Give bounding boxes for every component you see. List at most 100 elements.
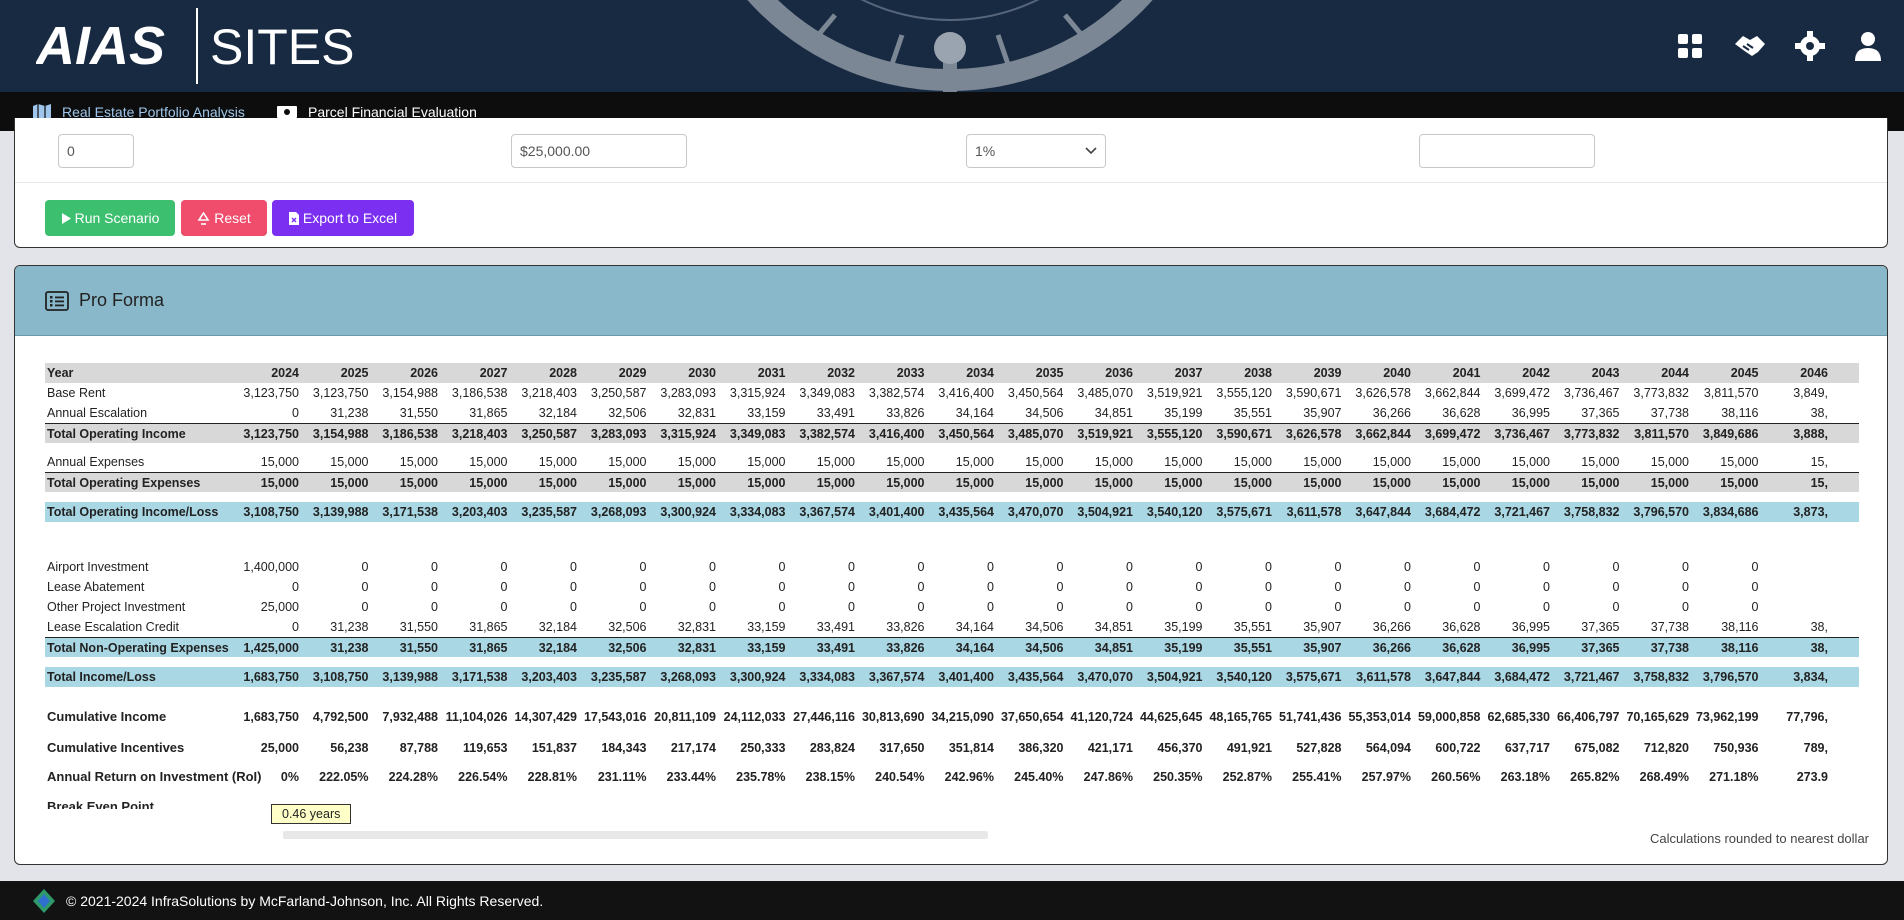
- table-cell: 31,865: [469, 641, 508, 655]
- table-cell: 3,154,988: [382, 386, 438, 400]
- page-footer: © 2021-2024 InfraSolutions by McFarland-…: [0, 881, 1904, 920]
- scenario-input-1[interactable]: [58, 134, 134, 168]
- table-cell: 3,108,750: [243, 505, 299, 519]
- table-cell: 0: [1195, 580, 1203, 594]
- table-cell: 0: [1265, 600, 1272, 614]
- table-row: Annual Expenses 15,000 15,000 15,000 15,000 1…: [45, 452, 1859, 472]
- table-cell: 0: [1404, 560, 1411, 574]
- user-profile-icon[interactable]: [1850, 28, 1886, 64]
- table-cell: 73,962,199: [1695, 710, 1759, 724]
- recycle-icon: [197, 211, 210, 225]
- table-cell: 31,550: [399, 641, 438, 655]
- table-cell: 62,685,330: [1487, 710, 1550, 724]
- table-cell: 15,000: [816, 476, 855, 490]
- year-column-header: 2033: [896, 366, 925, 380]
- table-cell: 421,171: [1087, 741, 1133, 755]
- scenario-input-4[interactable]: [1419, 134, 1595, 168]
- table-cell: 38,116: [1720, 641, 1759, 655]
- table-cell: 3,485,070: [1077, 386, 1133, 400]
- table-cell: 37,365: [1581, 406, 1620, 420]
- table-cell: 3,811,570: [1703, 386, 1759, 400]
- table-cell: 0: [917, 560, 925, 574]
- table-cell: 3,519,921: [1146, 386, 1203, 400]
- form-divider: [15, 182, 1887, 183]
- table-cell: 1,425,000: [243, 641, 299, 655]
- table-cell: 3,834,: [1793, 670, 1828, 684]
- table-cell: 3,283,093: [660, 386, 716, 400]
- table-cell: 15,000: [1372, 476, 1411, 490]
- table-cell: 3,611,578: [1356, 670, 1411, 684]
- table-cell: 37,738: [1650, 406, 1689, 420]
- table-cell: 15,000: [608, 455, 647, 469]
- row-label: Annual Expenses: [47, 455, 145, 469]
- table-cell: 3,268,093: [660, 670, 716, 684]
- table-cell: 15,000: [1303, 476, 1342, 490]
- table-cell: 33,491: [816, 620, 855, 634]
- table-cell: 637,717: [1504, 741, 1550, 755]
- svg-text:AIAS: AIAS: [36, 16, 165, 76]
- table-cell: 0: [639, 560, 647, 574]
- table-cell: 242.96%: [944, 770, 994, 784]
- export-excel-button[interactable]: Export to Excel: [272, 200, 414, 236]
- break-even-value-tooltip: 0.46 years: [271, 804, 352, 824]
- table-cell: 35,907: [1303, 641, 1342, 655]
- table-cell: 0: [1612, 560, 1620, 574]
- table-cell: 3,123,750: [243, 386, 299, 400]
- table-cell: 38,: [1810, 641, 1828, 655]
- scenario-select-rate[interactable]: 1%: [966, 134, 1106, 168]
- table-cell: 35,551: [1233, 620, 1272, 634]
- table-cell: 32,184: [538, 406, 577, 420]
- list-icon: [45, 290, 69, 311]
- table-cell: 3,736,467: [1563, 386, 1620, 400]
- table-cell: 15,: [1810, 455, 1828, 469]
- table-cell: 31,238: [330, 406, 369, 420]
- table-row: Lease Abatement 0 0 0 0 0 0 0 0 0 0 0 0 0 0 0 0 0 0 0 0 0 0: [45, 577, 1859, 597]
- row-label: Annual Escalation: [47, 406, 148, 420]
- table-cell: 3,218,403: [521, 386, 577, 400]
- table-cell: 3,684,472: [1494, 670, 1550, 684]
- play-icon: [61, 212, 71, 224]
- table-cell: 3,758,832: [1633, 670, 1689, 684]
- table-cell: 33,826: [886, 406, 925, 420]
- table-cell: 233.44%: [666, 770, 716, 784]
- table-cell: 15,000: [1442, 476, 1481, 490]
- table-cell: 15,000: [260, 476, 299, 490]
- scenario-input-2[interactable]: [511, 134, 687, 168]
- run-scenario-button[interactable]: Run Scenario: [45, 200, 175, 236]
- handshake-icon[interactable]: [1732, 28, 1768, 64]
- select-value: 1%: [975, 143, 996, 159]
- table-cell: 33,491: [816, 641, 855, 655]
- table-cell: 15,000: [1094, 476, 1133, 490]
- row-label: Lease Abatement: [47, 580, 145, 594]
- table-cell: 3,235,587: [590, 670, 647, 684]
- table-cell: 15,000: [886, 476, 925, 490]
- table-cell: 34,164: [955, 406, 994, 420]
- table-cell: 35,907: [1303, 406, 1342, 420]
- table-cell: 750,936: [1713, 741, 1759, 755]
- table-cell: 0: [1682, 600, 1689, 614]
- table-cell: 527,828: [1296, 741, 1342, 755]
- table-cell: 3,662,844: [1424, 386, 1481, 400]
- table-cell: 3,235,587: [521, 505, 577, 519]
- table-cell: 15,000: [1442, 455, 1481, 469]
- table-cell: 17,543,016: [583, 710, 647, 724]
- table-horizontal-scrollbar[interactable]: [283, 831, 988, 839]
- year-column-header: 2032: [827, 366, 855, 380]
- table-cell: 0: [1612, 580, 1620, 594]
- table-cell: 32,506: [608, 620, 647, 634]
- pro-forma-card: Pro Forma Year 2024 2025 2026 2027 2028 2029 20…: [14, 265, 1888, 865]
- apps-grid-icon[interactable]: [1672, 28, 1708, 64]
- row-label: Total Operating Income/Loss: [47, 505, 219, 519]
- table-cell: 34,851: [1094, 620, 1133, 634]
- table-cell: 3,736,467: [1494, 427, 1550, 441]
- table-row: Cumulative Income 1,683,750 4,792,500 7,932…: [45, 707, 1859, 727]
- table-cell: 3,590,671: [1216, 427, 1272, 441]
- table-cell: 3,300,924: [729, 670, 786, 684]
- table-cell: 0: [709, 580, 716, 594]
- settings-gear-icon[interactable]: [1792, 28, 1828, 64]
- year-column-header: 2042: [1522, 366, 1550, 380]
- table-cell: 238.15%: [805, 770, 855, 784]
- reset-button[interactable]: Reset: [181, 200, 267, 236]
- table-cell: 66,406,797: [1556, 710, 1620, 724]
- table-cell: 226.54%: [458, 770, 508, 784]
